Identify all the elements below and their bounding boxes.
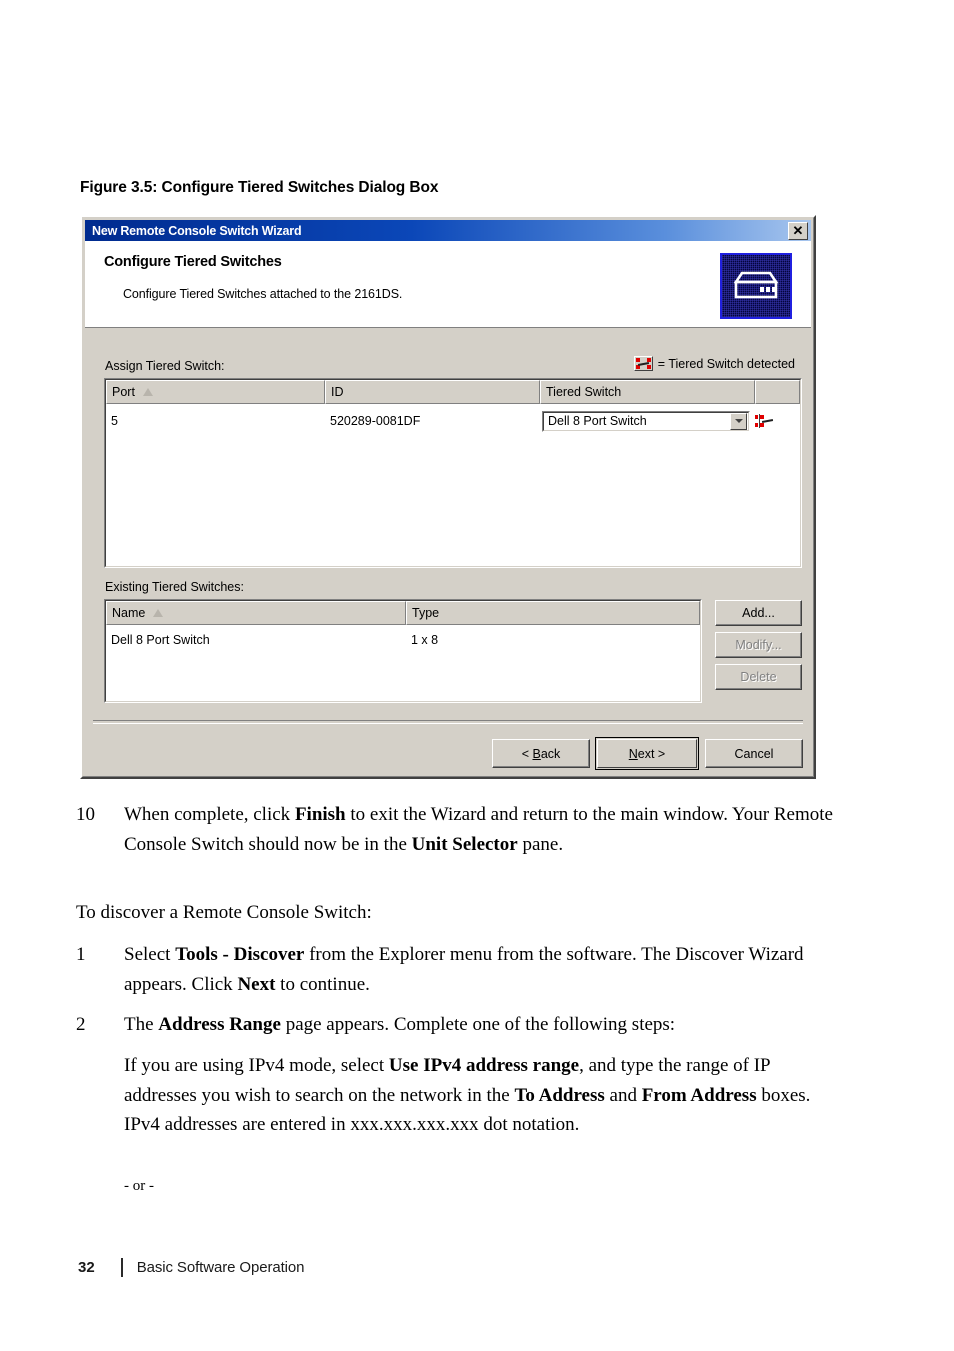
cell-name: Dell 8 Port Switch — [111, 633, 210, 647]
wizard-header: Configure Tiered Switches Configure Tier… — [85, 241, 811, 328]
assign-table-inner: Port ID Tiered Switch 5 520289-0081DF De… — [105, 379, 801, 567]
step-10-text: When complete, click Finish to exit the … — [124, 804, 833, 855]
cell-tiered-switch: Dell 8 Port Switch — [540, 410, 755, 432]
tiered-switch-dropdown-value: Dell 8 Port Switch — [548, 414, 647, 428]
wizard-dialog: New Remote Console Switch Wizard ✕ Confi… — [80, 215, 816, 779]
step-2-text: The Address Range page appears. Complete… — [124, 1014, 676, 1035]
sort-ascending-icon — [142, 388, 153, 396]
dialog-titlebar[interactable]: New Remote Console Switch Wizard ✕ — [85, 220, 811, 241]
column-header-port[interactable]: Port — [106, 380, 325, 404]
cell-detected — [755, 414, 800, 428]
existing-tiered-switches-label: Existing Tiered Switches: — [105, 580, 244, 594]
page-footer: 32 Basic Software Operation — [78, 1258, 304, 1277]
table-row[interactable]: 5 520289-0081DF Dell 8 Port Switch — [106, 404, 800, 436]
sort-ascending-icon — [153, 609, 164, 617]
chevron-down-icon[interactable] — [730, 412, 747, 430]
tiered-switch-dropdown[interactable]: Dell 8 Port Switch — [542, 410, 750, 432]
delete-button[interactable]: Delete — [715, 664, 802, 690]
table-row[interactable]: Dell 8 Port Switch 1 x 8 — [106, 625, 700, 653]
column-header-id-label: ID — [331, 385, 344, 399]
figure-caption: Figure 3.5: Configure Tiered Switches Di… — [80, 179, 439, 196]
add-button[interactable]: Add... — [715, 600, 802, 626]
footer-section-title: Basic Software Operation — [136, 1259, 305, 1276]
switch-appliance-glyph — [733, 271, 779, 299]
wizard-body: Assign Tiered Switch: = Tiered Switch de… — [85, 328, 811, 774]
close-icon[interactable]: ✕ — [788, 221, 808, 240]
document-page: Figure 3.5: Configure Tiered Switches Di… — [0, 0, 954, 1351]
assign-table-header-row: Port ID Tiered Switch — [106, 380, 800, 404]
step-10-number: 10 — [76, 804, 95, 825]
switch-appliance-icon — [720, 253, 792, 319]
column-header-tiered-switch-label: Tiered Switch — [546, 385, 622, 399]
step-2-number: 2 — [76, 1014, 86, 1035]
wizard-description: Configure Tiered Switches attached to th… — [123, 287, 403, 301]
add-button-label: Add... — [742, 606, 775, 620]
back-button[interactable]: < Back — [492, 739, 590, 768]
step-1-number: 1 — [76, 944, 86, 965]
assign-tiered-switch-label: Assign Tiered Switch: — [105, 359, 225, 373]
modify-button-label: Modify... — [735, 638, 782, 652]
column-header-id[interactable]: ID — [325, 380, 540, 404]
tiered-switch-dropdown-inner: Dell 8 Port Switch — [543, 411, 749, 431]
next-button-label: Next > — [628, 746, 666, 761]
back-button-label: < Back — [521, 746, 561, 761]
footer-separator — [93, 720, 803, 724]
step-1-text: Select Tools - Discover from the Explore… — [124, 944, 804, 995]
existing-tiered-switches-table: Name Type Dell 8 Port Switch 1 x 8 — [104, 599, 702, 703]
step-1: 1 Select Tools - Discover from the Explo… — [76, 940, 866, 999]
cell-port: 5 — [111, 414, 118, 428]
cancel-button[interactable]: Cancel — [705, 739, 803, 768]
cell-type: 1 x 8 — [411, 633, 439, 647]
column-header-name[interactable]: Name — [106, 601, 406, 625]
tiered-switch-detected-icon — [755, 414, 774, 428]
column-header-port-label: Port — [112, 385, 135, 399]
dialog-inner-frame: New Remote Console Switch Wizard ✕ Confi… — [82, 217, 814, 777]
assign-tiered-switch-table: Port ID Tiered Switch 5 520289-0081DF De… — [104, 378, 802, 568]
column-header-type-label: Type — [412, 606, 440, 620]
existing-table-inner: Name Type Dell 8 Port Switch 1 x 8 — [105, 600, 701, 702]
step-2: 2 The Address Range page appears. Comple… — [76, 1010, 866, 1040]
dialog-title: New Remote Console Switch Wizard — [92, 223, 302, 238]
step-2-body-paragraph: If you are using IPv4 mode, select Use I… — [124, 1055, 811, 1135]
wizard-heading: Configure Tiered Switches — [104, 254, 282, 270]
legend: = Tiered Switch detected — [633, 356, 795, 371]
footer-divider — [120, 1258, 123, 1277]
column-header-detected[interactable] — [755, 380, 800, 404]
tiered-switch-detected-icon — [633, 356, 653, 371]
delete-button-label: Delete — [740, 670, 777, 684]
step-10: 10 When complete, click Finish to exit t… — [76, 800, 866, 859]
column-header-type[interactable]: Type — [406, 601, 700, 625]
next-button[interactable]: Next > — [595, 737, 699, 770]
lead-in-paragraph: To discover a Remote Console Switch: — [76, 902, 372, 923]
column-header-tiered-switch[interactable]: Tiered Switch — [540, 380, 755, 404]
cancel-button-label: Cancel — [734, 746, 774, 761]
modify-button[interactable]: Modify... — [715, 632, 802, 658]
legend-label: = Tiered Switch detected — [657, 356, 795, 371]
or-separator: - or - — [124, 1178, 154, 1194]
existing-table-header-row: Name Type — [106, 601, 700, 625]
page-number: 32 — [78, 1259, 95, 1276]
column-header-name-label: Name — [112, 606, 146, 620]
cell-id: 520289-0081DF — [330, 414, 421, 428]
